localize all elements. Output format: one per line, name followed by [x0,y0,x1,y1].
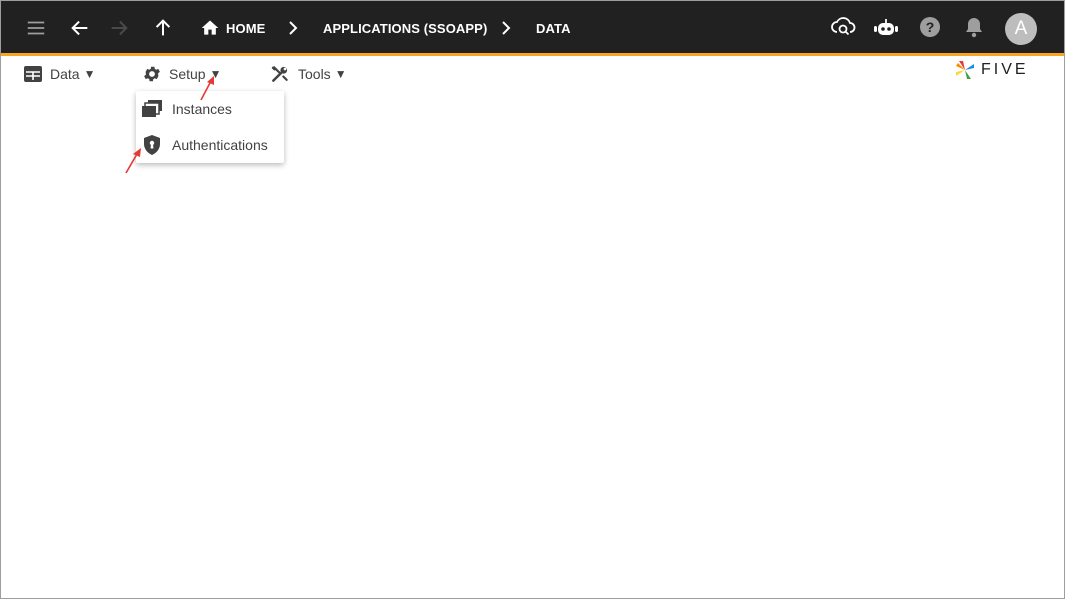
annotation-arrow-setup [200,76,214,101]
instances-icon [142,100,162,118]
pinwheel-logo-icon [953,58,977,82]
annotation-arrow-authentications [125,148,141,174]
menu-tools[interactable]: Tools ▼ [269,61,347,87]
brand-name: FIVE [981,61,1029,78]
back-arrow-icon[interactable] [67,15,93,41]
app-window: HOME APPLICATIONS (SSOAPP) DATA ? A Data… [0,0,1065,599]
breadcrumb-home[interactable]: HOME [226,1,265,53]
breadcrumb-data: DATA [536,21,571,36]
wrench-screwdriver-icon [269,64,291,84]
notification-bell-icon[interactable] [963,15,985,39]
menu-tools-label: Tools [298,66,331,82]
menu-item-authentications[interactable]: Authentications [136,127,284,163]
menu-item-authentications-label: Authentications [172,137,268,153]
user-avatar[interactable]: A [1005,13,1037,45]
breadcrumb-applications[interactable]: APPLICATIONS (SSOAPP) [323,1,487,53]
chevron-right-icon [499,19,513,42]
top-app-bar: HOME APPLICATIONS (SSOAPP) DATA ? A [1,1,1064,56]
menu-data[interactable]: Data ▼ [23,61,95,87]
gear-icon [142,64,162,84]
chevron-right-icon [286,19,300,42]
menu-item-instances-label: Instances [172,101,232,117]
cloud-search-icon[interactable] [829,13,857,41]
home-icon[interactable] [199,16,221,40]
forward-arrow-icon [106,15,132,41]
table-icon [23,65,43,83]
caret-down-icon: ▼ [83,67,96,81]
help-icon[interactable]: ? [918,15,942,39]
five-logo: FIVE [953,58,1029,82]
caret-down-icon: ▼ [334,67,347,81]
menu-data-label: Data [50,66,80,82]
robot-assistant-icon[interactable] [872,15,900,41]
svg-text:?: ? [926,19,935,35]
up-arrow-icon[interactable] [150,15,176,41]
hamburger-menu-icon[interactable] [23,15,49,41]
shield-icon [143,135,161,155]
